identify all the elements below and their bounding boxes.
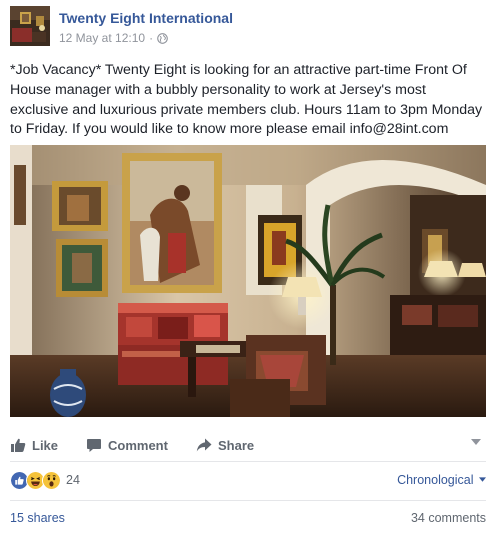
globe-icon[interactable] <box>157 32 168 44</box>
post-actions-bar: Like Comment Share <box>10 430 486 460</box>
meta-separator: · <box>149 31 154 45</box>
post-meta: 12 May at 12:10 · <box>59 31 168 45</box>
post-photo[interactable] <box>10 145 486 417</box>
comment-bubble-icon <box>87 439 101 452</box>
sort-label: Chronological <box>397 473 474 487</box>
page-avatar[interactable] <box>10 6 50 46</box>
footer-divider <box>10 500 486 501</box>
page-name-link[interactable]: Twenty Eight International <box>59 10 233 26</box>
comment-label: Comment <box>108 437 168 453</box>
post-header: Twenty Eight International 12 May at 12:… <box>10 6 490 50</box>
thumbs-up-icon <box>11 438 26 452</box>
share-arrow-icon <box>196 438 212 452</box>
share-button[interactable]: Share <box>196 430 254 460</box>
actions-divider <box>10 461 486 462</box>
like-label: Like <box>32 437 59 453</box>
reaction-count: 24 <box>66 473 80 487</box>
post-text: *Job Vacancy* Twenty Eight is looking fo… <box>10 62 483 138</box>
dropdown-caret-icon <box>479 477 486 482</box>
comment-sort-dropdown[interactable]: Chronological <box>397 473 486 487</box>
like-button[interactable]: Like <box>10 430 58 460</box>
wow-reaction-icon <box>42 470 61 490</box>
reactions-summary[interactable]: 24 <box>10 469 80 491</box>
timestamp-link[interactable]: 12 May at 12:10 <box>59 31 145 45</box>
comments-link[interactable]: 34 comments <box>411 511 486 525</box>
share-label: Share <box>218 437 255 453</box>
comment-button[interactable]: Comment <box>86 430 168 460</box>
shares-link[interactable]: 15 shares <box>10 511 65 525</box>
facebook-post: Twenty Eight International 12 May at 12:… <box>0 0 496 533</box>
more-options-chevron-icon[interactable] <box>470 438 482 446</box>
